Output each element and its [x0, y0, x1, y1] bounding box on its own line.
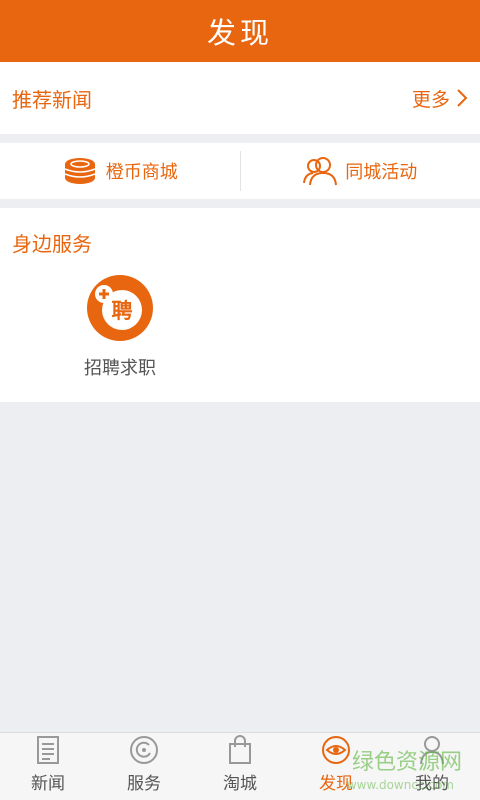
shopping-bag-icon [229, 735, 251, 764]
chevron-right-icon [457, 89, 468, 107]
service-icon [130, 736, 158, 764]
more-label: 更多 [411, 88, 450, 111]
more-link[interactable]: 更多 [412, 85, 468, 112]
tab-discover-label: 发现 [319, 774, 353, 794]
recruitment-label: 招聘求职 [84, 358, 156, 379]
recommended-news-row[interactable]: 推荐新闻 更多 [0, 62, 480, 134]
recommended-news-title: 推荐新闻 [12, 87, 92, 112]
tab-news[interactable]: 新闻 [0, 733, 96, 800]
tab-mine[interactable]: 我的 [384, 733, 480, 800]
nearby-services-panel: 身边服务 聘 招聘求职 [0, 208, 480, 402]
newspaper-icon [37, 736, 59, 764]
orange-coin-mall-button[interactable]: 橙币商城 [0, 143, 240, 199]
people-icon [303, 157, 338, 186]
quick-links-row: 橙币商城 同城活动 [0, 143, 480, 199]
user-icon [420, 736, 444, 765]
eye-icon [322, 736, 350, 764]
tab-services-label: 服务 [127, 774, 161, 794]
recruit-icon-text: 聘 [112, 299, 133, 323]
bottom-tab-bar: 新闻 服务 淘城 发现 我的 [0, 732, 480, 800]
tab-discover[interactable]: 发现 [288, 733, 384, 800]
tab-shop-label: 淘城 [223, 774, 257, 794]
local-events-button[interactable]: 同城活动 [241, 143, 480, 199]
recruitment-service[interactable]: 聘 招聘求职 [70, 274, 170, 380]
recruit-icon: 聘 [87, 275, 153, 341]
tab-shop[interactable]: 淘城 [192, 733, 288, 800]
top-bar: 发现 [0, 0, 480, 62]
tab-news-label: 新闻 [31, 774, 65, 794]
tab-mine-label: 我的 [415, 774, 449, 794]
page-title: 发现 [206, 16, 273, 50]
coins-icon [64, 158, 96, 184]
nearby-services-title: 身边服务 [12, 232, 92, 256]
tab-services[interactable]: 服务 [96, 733, 192, 800]
orange-coin-mall-label: 橙币商城 [105, 162, 178, 183]
local-events-label: 同城活动 [345, 162, 418, 183]
